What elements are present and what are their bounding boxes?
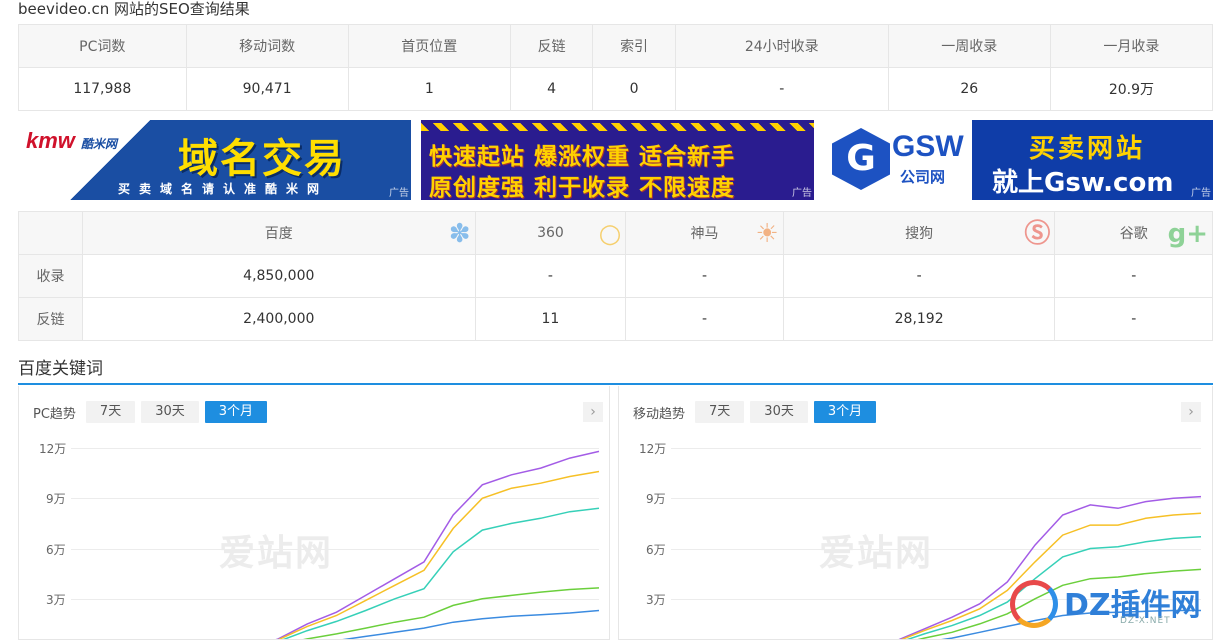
- backlinks-baidu: 2,400,000: [82, 297, 476, 341]
- 360-search-icon: ○: [598, 219, 622, 249]
- value-month-indexed: 20.9万: [1049, 67, 1213, 111]
- backlinks-sogou: 28,192: [782, 297, 1056, 341]
- sogou-s-icon: Ⓢ: [1024, 219, 1051, 249]
- backlinks-google: -: [1054, 297, 1213, 341]
- ad-tag: 广告: [389, 188, 409, 199]
- engine-stats-table: 百度 ✽ 360 ○ 神马 ☀ 搜狗 Ⓢ 谷歌 g+ 收录 4,850,000 - - -…: [18, 211, 1213, 341]
- ad-tag: 广告: [1191, 188, 1211, 199]
- engine-row-indexed: 收录 4,850,000 - - - -: [18, 254, 1213, 298]
- indexed-shenma: -: [625, 254, 784, 298]
- value-pc-words[interactable]: 117,988: [18, 67, 187, 111]
- backlinks-shenma: -: [625, 297, 784, 341]
- header-mobile-words: 移动词数: [185, 24, 349, 68]
- engine-google: 谷歌 g+: [1054, 211, 1213, 255]
- series-line-4: [342, 609, 600, 639]
- value-week-indexed: 26: [887, 67, 1051, 111]
- ad-line-2: 原创度强 利于收录 不限速度: [429, 175, 736, 200]
- ad-line-2: 就上Gsw.com: [992, 168, 1174, 198]
- series-line-2: [282, 507, 600, 639]
- ad-banners: kmw 酷米网 域名交易 买卖域名请认准酷米网 广告 快速起站 爆涨权重 适合新…: [18, 120, 1213, 200]
- gsw-logo: G GSW 公司网: [824, 120, 972, 200]
- row-label: 反链: [18, 297, 83, 341]
- engine-row-backlinks: 反链 2,400,000 11 - 28,192 -: [18, 297, 1213, 341]
- baidu-paw-icon: ✽: [448, 219, 471, 249]
- series-line-0: [275, 450, 600, 639]
- ad-banner-site-build[interactable]: 快速起站 爆涨权重 适合新手 原创度强 利于收录 不限速度 广告: [421, 120, 814, 200]
- indexed-360: -: [474, 254, 627, 298]
- ad-headline: 域名交易: [178, 136, 346, 182]
- ad-subline: 买卖域名请认准酷米网: [118, 182, 329, 196]
- engine-360: 360 ○: [474, 211, 627, 255]
- engine-sogou: 搜狗 Ⓢ: [782, 211, 1056, 255]
- value-24h-indexed: -: [674, 67, 889, 111]
- pc-trend-panel: PC趋势 7天 30天 3个月 › 爱站网 12万 9万 6万 3万: [18, 386, 610, 640]
- header-backlinks: 反链: [509, 24, 594, 68]
- shenma-bug-icon: ☀: [755, 219, 779, 249]
- section-title: 百度关键词: [18, 359, 103, 379]
- pc-trend-chart: [275, 450, 600, 639]
- indexed-sogou: -: [782, 254, 1056, 298]
- engine-shenma: 神马 ☀: [625, 211, 784, 255]
- header-24h-indexed: 24小时收录: [674, 24, 889, 68]
- gsw-logo-sub: 公司网: [900, 168, 946, 186]
- dz-badge-sub: DZ-X.NET: [1120, 616, 1171, 626]
- indexed-baidu: 4,850,000: [82, 254, 476, 298]
- engine-baidu: 百度 ✽: [82, 211, 476, 255]
- corner-cell: [18, 211, 83, 255]
- header-pc-words: PC词数: [18, 24, 187, 68]
- value-home-position: 1: [347, 67, 511, 111]
- engine-header-row: 百度 ✽ 360 ○ 神马 ☀ 搜狗 Ⓢ 谷歌 g+: [18, 211, 1213, 255]
- dz-plugin-badge: DZ插件网 DZ-X.NET: [1010, 572, 1201, 632]
- header-week-indexed: 一周收录: [887, 24, 1051, 68]
- dz-logo-icon: [1010, 580, 1058, 628]
- value-mobile-words[interactable]: 90,471: [185, 67, 349, 111]
- ad-line-1: 快速起站 爆涨权重 适合新手: [429, 144, 736, 170]
- google-plus-icon: g+: [1167, 219, 1208, 249]
- section-divider: [18, 383, 1213, 385]
- ad-banner-kmw[interactable]: kmw 酷米网 域名交易 买卖域名请认准酷米网 广告: [18, 120, 411, 200]
- seo-value-row: 117,988 90,471 1 4 0 - 26 20.9万: [18, 67, 1213, 111]
- indexed-google: -: [1054, 254, 1213, 298]
- seo-header-row: PC词数 移动词数 首页位置 反链 索引 24小时收录 一周收录 一月收录: [18, 24, 1213, 68]
- ad-banner-gsw[interactable]: G GSW 公司网 买卖网站 就上Gsw.com 广告: [824, 120, 1213, 200]
- ad-tag: 广告: [792, 188, 812, 199]
- gsw-hex-icon: G: [832, 128, 890, 190]
- header-home-position: 首页位置: [347, 24, 511, 68]
- ad-line-1: 买卖网站: [1029, 134, 1146, 164]
- header-index: 索引: [592, 24, 676, 68]
- value-index: 0: [592, 67, 676, 111]
- gsw-logo-text: GSW: [892, 130, 964, 163]
- seo-summary-table: PC词数 移动词数 首页位置 反链 索引 24小时收录 一周收录 一月收录 11…: [18, 24, 1213, 111]
- ad-stripe: [421, 123, 814, 131]
- page-title: beevideo.cn 网站的SEO查询结果: [18, 0, 250, 18]
- backlinks-360: 11: [474, 297, 627, 341]
- row-label: 收录: [18, 254, 83, 298]
- kmw-logo: kmw 酷米网: [26, 128, 118, 153]
- header-month-indexed: 一月收录: [1049, 24, 1213, 68]
- value-backlinks[interactable]: 4: [509, 67, 594, 111]
